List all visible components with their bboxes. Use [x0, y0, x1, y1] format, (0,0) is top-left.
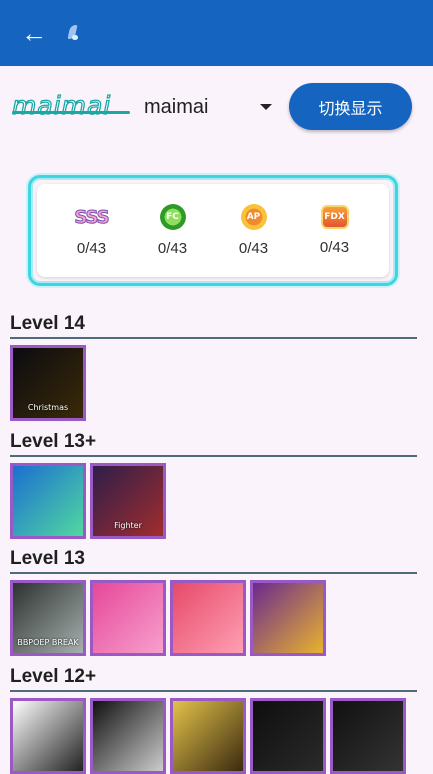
switch-display-button[interactable]: 切换显示 — [289, 83, 412, 130]
song-cover[interactable] — [90, 698, 166, 774]
ap-count: 0/43 — [238, 240, 269, 257]
song-cover[interactable] — [10, 698, 86, 774]
stat-ap: AP 0/43 — [224, 204, 284, 257]
song-cover-art — [253, 701, 323, 771]
level-title: Level 13+ — [10, 431, 97, 452]
level-section: Level 12+ — [10, 666, 417, 774]
song-cover[interactable] — [170, 580, 246, 656]
level-divider — [10, 690, 417, 692]
fdx-badge-icon: FDX — [320, 205, 349, 229]
cover-row: BBPOEP BREAK — [10, 580, 417, 656]
song-cover-art — [173, 701, 243, 771]
song-cover[interactable] — [330, 698, 406, 774]
song-cover[interactable]: Christmas — [10, 345, 86, 421]
app-bar: ← — [0, 0, 433, 66]
song-cover-art — [93, 701, 163, 771]
app-logo-icon — [66, 23, 80, 43]
cover-row: Fighter — [10, 463, 417, 539]
stats-inner: SSS 0/43 FC 0/43 AP 0/43 FDX 0/43 — [37, 184, 389, 277]
game-select-value: maimai — [144, 95, 209, 118]
level-divider — [10, 455, 417, 457]
stat-fc: FC 0/43 — [143, 204, 203, 257]
dropdown-arrow-icon — [260, 104, 272, 110]
sss-count: 0/43 — [76, 240, 107, 257]
level-divider — [10, 572, 417, 574]
level-divider — [10, 337, 417, 339]
level-section: Level 14 Christmas — [10, 313, 417, 421]
song-cover-art — [333, 701, 403, 771]
song-cover[interactable] — [90, 580, 166, 656]
fc-badge-icon: FC — [159, 204, 186, 230]
song-cover[interactable] — [250, 580, 326, 656]
song-cover-caption: BBPOEP BREAK — [17, 638, 79, 647]
song-cover[interactable]: BBPOEP BREAK — [10, 580, 86, 656]
stats-card: SSS 0/43 FC 0/43 AP 0/43 FDX 0/43 — [28, 175, 398, 286]
logo-underline — [12, 111, 130, 114]
song-cover-art — [253, 583, 323, 653]
sss-badge-icon: SSS — [74, 206, 110, 228]
song-cover[interactable] — [10, 463, 86, 539]
stat-fdx: FDX 0/43 — [305, 205, 365, 256]
fc-count: 0/43 — [157, 240, 188, 257]
fdx-count: 0/43 — [319, 239, 350, 256]
game-select-dropdown[interactable]: maimai — [144, 92, 272, 122]
song-cover-art — [13, 701, 83, 771]
song-cover-art — [13, 466, 83, 536]
song-cover-caption: Christmas — [27, 403, 69, 412]
level-section: Level 13 BBPOEP BREAK — [10, 548, 417, 656]
song-cover[interactable]: Fighter — [90, 463, 166, 539]
cover-row: Christmas — [10, 345, 417, 421]
song-cover[interactable] — [170, 698, 246, 774]
level-title: Level 12+ — [10, 666, 97, 687]
song-cover[interactable] — [250, 698, 326, 774]
stat-sss: SSS 0/43 — [62, 204, 122, 257]
maimai-logo: maimai — [11, 91, 112, 120]
back-arrow-icon[interactable]: ← — [10, 9, 58, 57]
song-cover-art — [173, 583, 243, 653]
song-cover-caption: Fighter — [114, 521, 142, 530]
song-cover-art — [93, 583, 163, 653]
ap-badge-icon: AP — [240, 204, 267, 230]
cover-row — [10, 698, 417, 774]
level-title: Level 14 — [10, 313, 85, 334]
level-title: Level 13 — [10, 548, 85, 569]
level-section: Level 13+ Fighter — [10, 431, 417, 539]
